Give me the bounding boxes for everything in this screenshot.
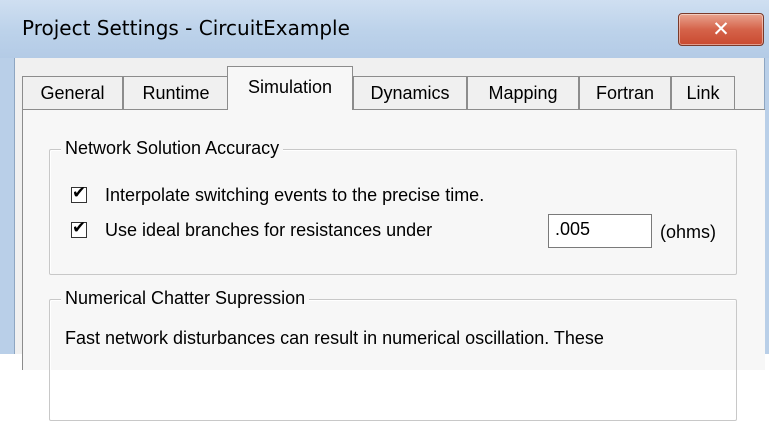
network-solution-accuracy-title: Network Solution Accuracy [61, 138, 284, 159]
title-bar[interactable]: Project Settings - CircuitExample ✕ [0, 0, 769, 58]
interpolate-switching-label: Interpolate switching events to the prec… [105, 185, 485, 205]
ideal-branches-checkbox[interactable]: ✔ [71, 218, 87, 238]
tab-link[interactable]: Link [671, 76, 735, 109]
ohms-unit-label: (ohms) [660, 222, 717, 242]
numerical-chatter-title: Numerical Chatter Supression [61, 288, 310, 309]
interpolate-switching-row[interactable]: ✔ Interpolate switching events to the pr… [71, 183, 671, 209]
ideal-branches-label: Use ideal branches for resistances under [105, 220, 433, 240]
network-solution-accuracy-group [49, 149, 737, 275]
close-icon: ✕ [712, 17, 730, 41]
tab-mapping[interactable]: Mapping [467, 76, 579, 109]
tab-general[interactable]: General [22, 76, 123, 109]
window-title: Project Settings - CircuitExample [22, 16, 350, 40]
interpolate-switching-checkbox[interactable]: ✔ [71, 183, 87, 203]
tab-strip: General Runtime Simulation Dynamics Mapp… [22, 64, 762, 110]
checkmark-icon: ✔ [72, 218, 87, 237]
ideal-branches-row[interactable]: ✔ Use ideal branches for resistances und… [71, 218, 551, 244]
tab-simulation[interactable]: Simulation [227, 66, 353, 110]
checkmark-icon: ✔ [72, 183, 87, 202]
resistance-threshold-input[interactable]: .005 [548, 214, 652, 248]
tab-dynamics[interactable]: Dynamics [353, 76, 467, 109]
close-button[interactable]: ✕ [678, 13, 764, 46]
simulation-tab-panel: Network Solution Accuracy ✔ Interpolate … [22, 109, 765, 421]
chatter-description: Fast network disturbances can result in … [65, 328, 604, 348]
project-settings-window: Project Settings - CircuitExample ✕ Gene… [0, 0, 769, 421]
numerical-chatter-group [49, 299, 737, 421]
tab-runtime[interactable]: Runtime [123, 76, 229, 109]
tab-fortran[interactable]: Fortran [579, 76, 671, 109]
window-frame-left [0, 58, 15, 354]
